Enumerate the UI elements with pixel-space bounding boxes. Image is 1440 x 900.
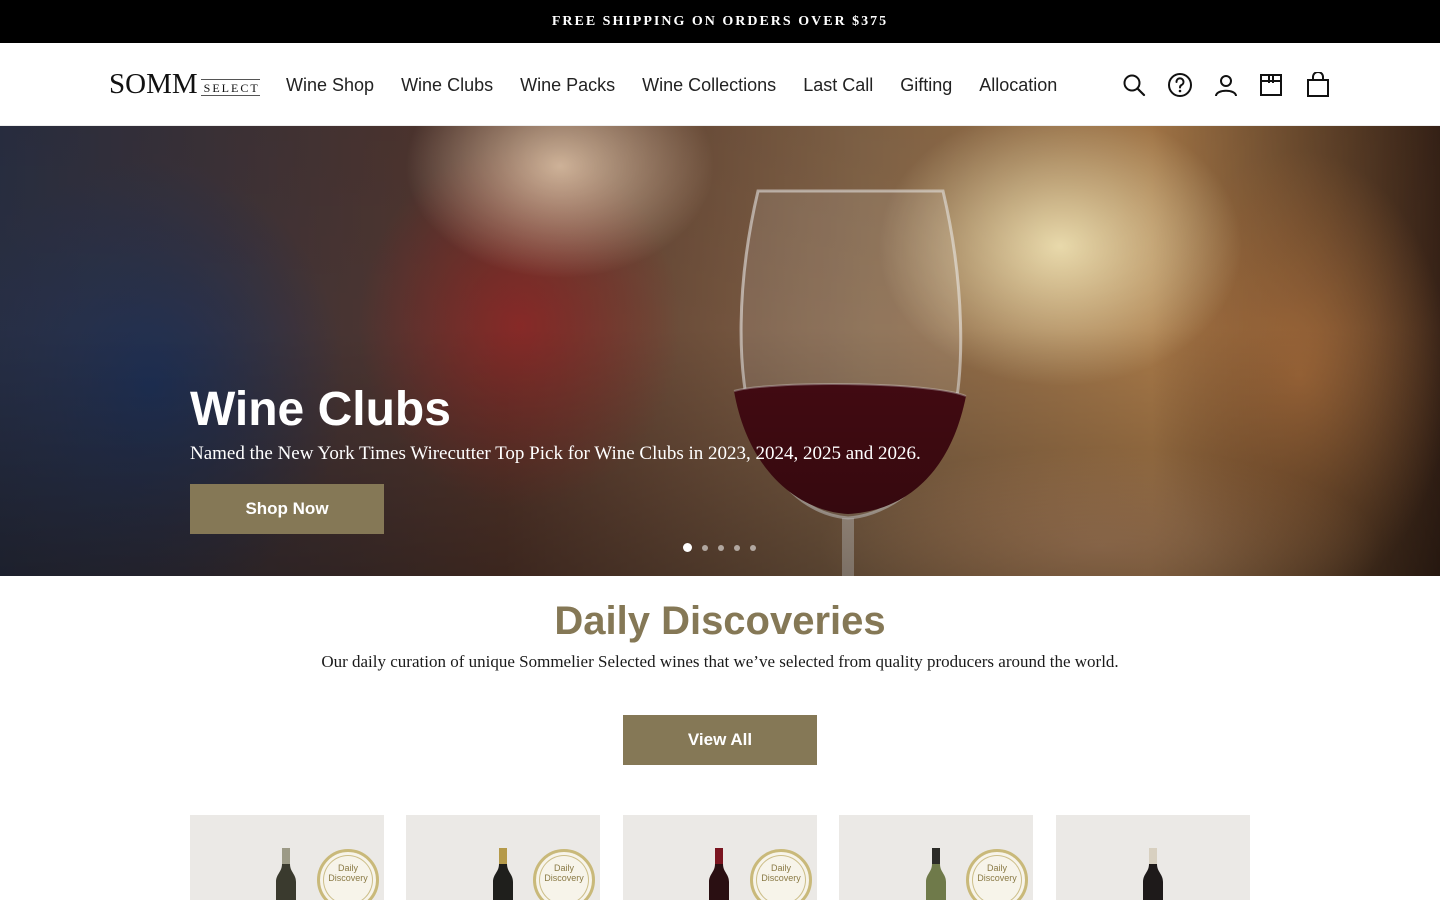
site-header: SOMM SELECT Wine Shop Wine Clubs Wine Pa… bbox=[0, 43, 1440, 126]
logo-primary: SOMM bbox=[109, 68, 198, 100]
bottle-body bbox=[276, 864, 296, 900]
bottle-body bbox=[1143, 864, 1163, 900]
wine-bottle-image bbox=[709, 848, 729, 900]
section-subtitle: Our daily curation of unique Sommelier S… bbox=[321, 652, 1119, 671]
bottle-body bbox=[926, 864, 946, 900]
product-card[interactable]: Daily Discovery bbox=[623, 815, 817, 900]
daily-discovery-badge: Daily Discovery bbox=[317, 849, 379, 900]
hero-subtitle: Named the New York Times Wirecutter Top … bbox=[190, 443, 921, 464]
badge-line-2: Discovery bbox=[761, 873, 801, 883]
product-card[interactable] bbox=[1056, 815, 1250, 900]
badge-line-2: Discovery bbox=[544, 873, 584, 883]
section-title: Daily Discoveries bbox=[554, 599, 886, 643]
badge-line-2: Discovery bbox=[328, 873, 368, 883]
badge-line-1: Daily bbox=[337, 863, 358, 873]
carousel-dots bbox=[683, 543, 766, 552]
bottle-capsule bbox=[715, 848, 723, 864]
badge-line-1: Daily bbox=[553, 863, 574, 873]
view-all-button[interactable]: View All bbox=[623, 715, 817, 765]
wine-bottle-image bbox=[926, 848, 946, 900]
carousel-dot-3[interactable] bbox=[718, 544, 724, 551]
carousel-dot-5[interactable] bbox=[750, 544, 756, 551]
hero-title: Wine Clubs bbox=[190, 383, 451, 436]
main-nav: Wine Shop Wine Clubs Wine Packs Wine Col… bbox=[286, 73, 1084, 97]
nav-wine-shop[interactable]: Wine Shop bbox=[286, 73, 374, 97]
nav-last-call[interactable]: Last Call bbox=[803, 73, 873, 97]
bottle-body bbox=[709, 864, 729, 900]
daily-discovery-badge: Daily Discovery bbox=[533, 849, 595, 900]
badge-line-1: Daily bbox=[986, 863, 1007, 873]
carousel-dot-2[interactable] bbox=[702, 544, 708, 551]
help-icon[interactable] bbox=[1166, 71, 1194, 99]
account-icon[interactable] bbox=[1212, 71, 1240, 99]
badge-line-2: Discovery bbox=[977, 873, 1017, 883]
logo[interactable]: SOMM SELECT bbox=[109, 69, 260, 99]
product-card[interactable]: Daily Discovery bbox=[190, 815, 384, 900]
daily-discovery-badge: Daily Discovery bbox=[966, 849, 1028, 900]
announcement-text: FREE SHIPPING ON ORDERS OVER $375 bbox=[551, 13, 889, 29]
carousel-dot-1[interactable] bbox=[683, 543, 692, 552]
announcement-bar: FREE SHIPPING ON ORDERS OVER $375 bbox=[0, 0, 1440, 43]
bottle-capsule bbox=[1149, 848, 1157, 864]
gift-box-icon[interactable] bbox=[1257, 71, 1285, 99]
wine-bottle-image bbox=[493, 848, 513, 900]
nav-wine-clubs[interactable]: Wine Clubs bbox=[401, 73, 493, 97]
shop-now-button[interactable]: Shop Now bbox=[190, 484, 384, 534]
bottle-capsule bbox=[499, 848, 507, 864]
product-card[interactable]: Daily Discovery bbox=[839, 815, 1033, 900]
product-card[interactable]: Daily Discovery bbox=[406, 815, 600, 900]
carousel-dot-4[interactable] bbox=[734, 544, 740, 551]
bottle-capsule bbox=[282, 848, 290, 864]
badge-line-1: Daily bbox=[770, 863, 791, 873]
daily-discovery-badge: Daily Discovery bbox=[750, 849, 812, 900]
nav-wine-collections[interactable]: Wine Collections bbox=[642, 73, 776, 97]
wine-bottle-image bbox=[276, 848, 296, 900]
nav-allocation[interactable]: Allocation bbox=[979, 73, 1057, 97]
logo-secondary: SELECT bbox=[200, 79, 260, 96]
cart-icon[interactable] bbox=[1304, 71, 1332, 99]
bottle-body bbox=[493, 864, 513, 900]
search-icon[interactable] bbox=[1120, 71, 1148, 99]
product-card-list: Daily Discovery Daily Discovery Daily Di… bbox=[190, 815, 1250, 900]
wine-bottle-image bbox=[1143, 848, 1163, 900]
nav-gifting[interactable]: Gifting bbox=[900, 73, 952, 97]
bottle-capsule bbox=[932, 848, 940, 864]
hero-banner: Wine Clubs Named the New York Times Wire… bbox=[0, 126, 1440, 576]
nav-wine-packs[interactable]: Wine Packs bbox=[520, 73, 615, 97]
